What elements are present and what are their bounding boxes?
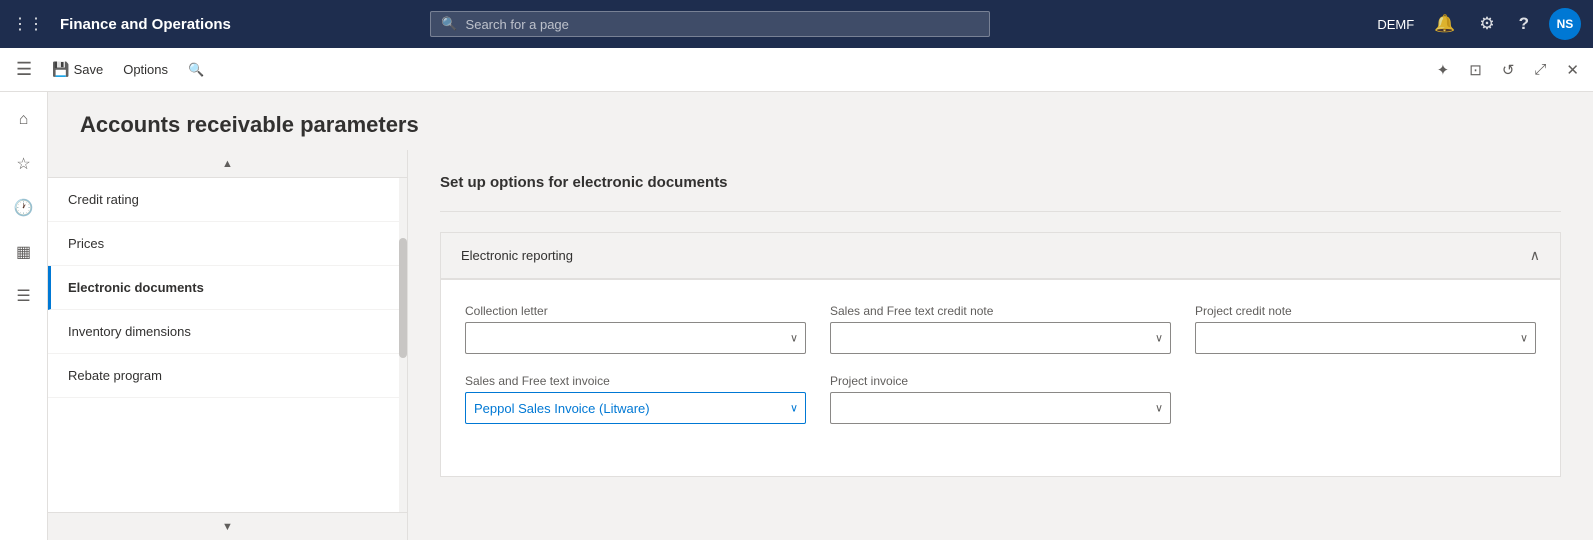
- sidebar-recent[interactable]: 🕐: [4, 188, 44, 228]
- save-label: Save: [74, 62, 104, 77]
- save-icon: 💾: [52, 61, 69, 78]
- nav-item-inventory-dimensions[interactable]: Inventory dimensions: [48, 310, 407, 354]
- collection-letter-select[interactable]: [465, 322, 806, 354]
- top-nav-right: DEMF 🔔 ⚙ ? NS: [1377, 8, 1581, 40]
- notification-button[interactable]: 🔔: [1430, 10, 1459, 38]
- app-title: Finance and Operations: [60, 16, 231, 33]
- left-sidebar: ⌂ ☆ 🕐 ▦ ☰: [0, 92, 48, 540]
- project-invoice-label: Project invoice: [830, 374, 1171, 388]
- project-credit-note-label: Project credit note: [1195, 304, 1536, 318]
- scroll-thumb: [399, 238, 407, 358]
- project-credit-note-select-wrapper: ∨: [1195, 322, 1536, 354]
- search-input[interactable]: [466, 17, 980, 32]
- sales-credit-note-select[interactable]: [830, 322, 1171, 354]
- split-view-button[interactable]: ⊡: [1463, 57, 1488, 83]
- toolbar: ☰ 💾 Save Options 🔍 ✦ ⊡ ↺ ⤢ ✕: [0, 48, 1593, 92]
- project-credit-note-group: Project credit note ∨: [1195, 304, 1536, 354]
- main-panel: Set up options for electronic documents …: [408, 150, 1593, 540]
- avatar[interactable]: NS: [1549, 8, 1581, 40]
- help-button[interactable]: ?: [1515, 10, 1533, 38]
- sales-invoice-group: Sales and Free text invoice Peppol Sales…: [465, 374, 806, 424]
- section-subtitle: Set up options for electronic documents: [440, 174, 1561, 191]
- save-button[interactable]: 💾 Save: [44, 55, 111, 84]
- sales-credit-note-group: Sales and Free text credit note ∨: [830, 304, 1171, 354]
- toolbar-right: ✦ ⊡ ↺ ⤢ ✕: [1431, 57, 1585, 83]
- project-credit-note-select[interactable]: [1195, 322, 1536, 354]
- scroll-up-button[interactable]: ▲: [48, 150, 407, 178]
- electronic-reporting-title: Electronic reporting: [461, 248, 573, 263]
- refresh-button[interactable]: ↺: [1496, 57, 1521, 83]
- collapse-button[interactable]: ∧: [1530, 247, 1540, 264]
- scroll-down-button[interactable]: ▼: [48, 512, 407, 540]
- page-header: Accounts receivable parameters: [48, 92, 1593, 150]
- options-button[interactable]: Options: [115, 56, 176, 83]
- sidebar-workspaces[interactable]: ▦: [4, 232, 44, 272]
- sidebar-home[interactable]: ⌂: [4, 100, 44, 140]
- settings-button[interactable]: ⚙: [1475, 10, 1498, 38]
- project-invoice-select[interactable]: [830, 392, 1171, 424]
- sales-invoice-label: Sales and Free text invoice: [465, 374, 806, 388]
- sidebar-favorites[interactable]: ☆: [4, 144, 44, 184]
- project-invoice-select-wrapper: ∨: [830, 392, 1171, 424]
- personalize-button[interactable]: ✦: [1431, 57, 1456, 83]
- options-label: Options: [123, 62, 168, 77]
- collection-letter-group: Collection letter ∨: [465, 304, 806, 354]
- nav-item-credit-rating[interactable]: Credit rating: [48, 178, 407, 222]
- collection-letter-label: Collection letter: [465, 304, 806, 318]
- env-label: DEMF: [1377, 17, 1414, 32]
- close-button[interactable]: ✕: [1560, 57, 1585, 83]
- form-row-1: Collection letter ∨ Sales and Free text …: [465, 304, 1536, 354]
- sales-invoice-select-wrapper: Peppol Sales Invoice (Litware) ∨: [465, 392, 806, 424]
- nav-panel: ▲ Credit rating Prices Electronic docume…: [48, 150, 408, 540]
- empty-group: [1195, 374, 1536, 424]
- search-bar[interactable]: 🔍: [430, 11, 990, 37]
- two-col-layout: ▲ Credit rating Prices Electronic docume…: [48, 150, 1593, 540]
- nav-item-prices[interactable]: Prices: [48, 222, 407, 266]
- apps-icon[interactable]: ⋮⋮: [12, 14, 44, 34]
- electronic-reporting-header: Electronic reporting ∧: [440, 232, 1561, 279]
- form-card: Collection letter ∨ Sales and Free text …: [440, 279, 1561, 477]
- content-area: Accounts receivable parameters ▲ Credit …: [48, 92, 1593, 540]
- main-layout: ⌂ ☆ 🕐 ▦ ☰ Accounts receivable parameters…: [0, 92, 1593, 540]
- section-divider: [440, 211, 1561, 212]
- nav-item-electronic-documents[interactable]: Electronic documents: [48, 266, 407, 310]
- search-toolbar-button[interactable]: 🔍: [180, 56, 212, 84]
- nav-item-rebate-program[interactable]: Rebate program: [48, 354, 407, 398]
- scroll-indicator: [399, 178, 407, 540]
- top-navigation: ⋮⋮ Finance and Operations 🔍 DEMF 🔔 ⚙ ? N…: [0, 0, 1593, 48]
- sales-credit-note-label: Sales and Free text credit note: [830, 304, 1171, 318]
- sales-invoice-select[interactable]: Peppol Sales Invoice (Litware): [465, 392, 806, 424]
- expand-button[interactable]: ⤢: [1528, 57, 1552, 82]
- search-icon: 🔍: [441, 16, 457, 32]
- sidebar-modules[interactable]: ☰: [4, 276, 44, 316]
- sales-credit-note-select-wrapper: ∨: [830, 322, 1171, 354]
- page-title: Accounts receivable parameters: [80, 112, 1561, 138]
- collection-letter-select-wrapper: ∨: [465, 322, 806, 354]
- search-toolbar-icon: 🔍: [188, 62, 204, 78]
- project-invoice-group: Project invoice ∨: [830, 374, 1171, 424]
- form-row-2: Sales and Free text invoice Peppol Sales…: [465, 374, 1536, 424]
- hamburger-button[interactable]: ☰: [8, 55, 40, 84]
